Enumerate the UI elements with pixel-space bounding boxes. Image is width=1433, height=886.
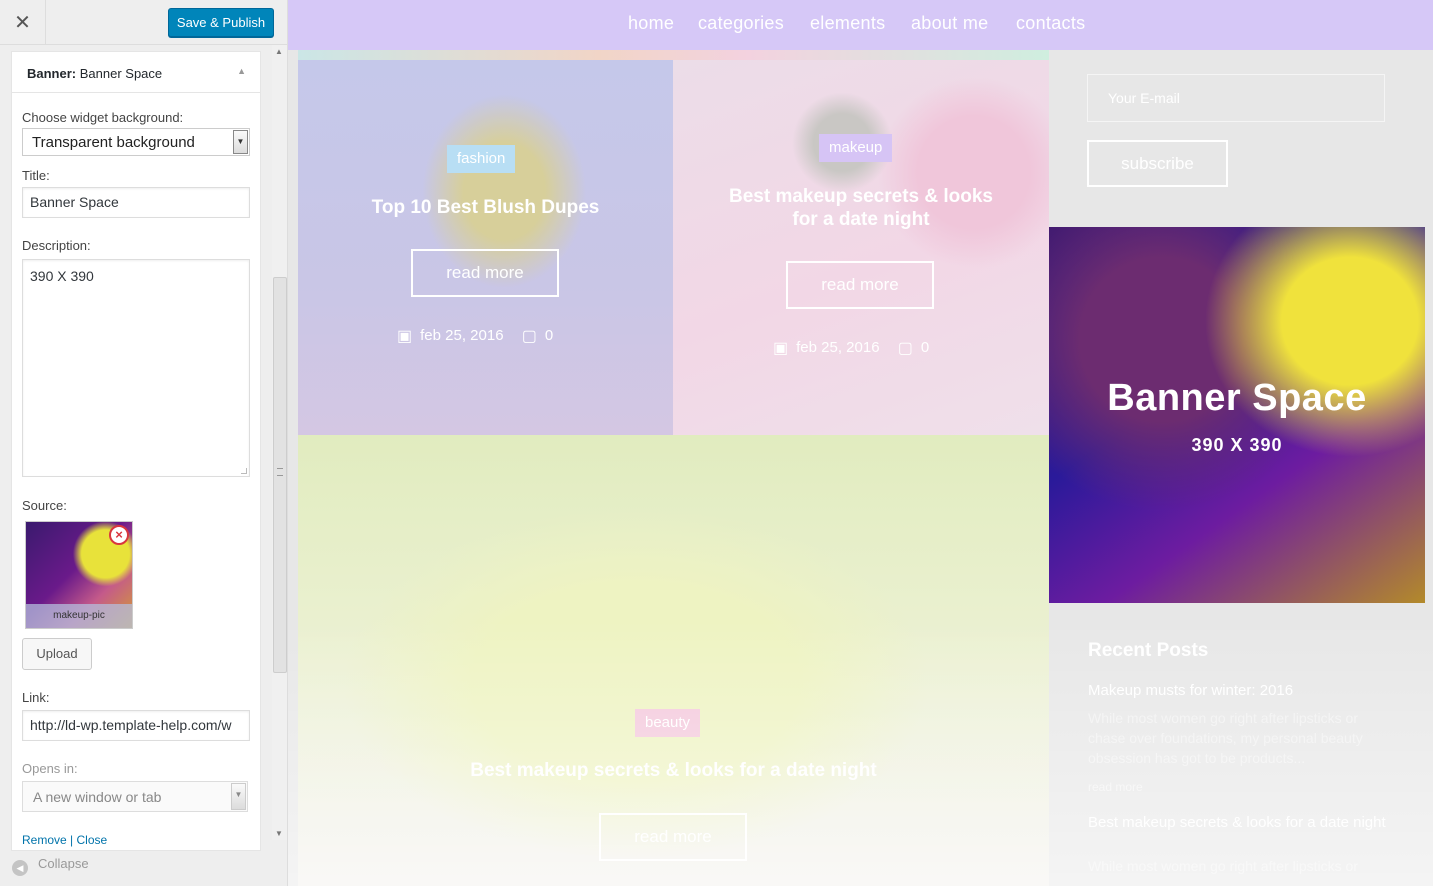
widget-type: Banner: bbox=[27, 66, 77, 81]
upload-button[interactable]: Upload bbox=[22, 638, 92, 670]
post-tag[interactable]: beauty bbox=[635, 709, 701, 737]
nav-item-categories[interactable]: categories bbox=[698, 13, 784, 34]
post-card[interactable]: makeup Best makeup secrets & looks for a… bbox=[673, 60, 1049, 435]
post-meta: ▣ feb 25, 2016 ▢ 0 bbox=[773, 338, 929, 358]
scroll-thumb[interactable] bbox=[273, 277, 287, 673]
calendar-icon: ▣ bbox=[773, 340, 789, 357]
post-title[interactable]: Best makeup secrets & looks for a date n… bbox=[298, 759, 1049, 782]
scroll-down-icon[interactable]: ▼ bbox=[275, 829, 283, 838]
post-card[interactable]: beauty Best makeup secrets & looks for a… bbox=[298, 435, 1049, 886]
title-label: Title: bbox=[22, 168, 50, 183]
recent-post-excerpt: While most women go right after lipstick… bbox=[1088, 858, 1358, 874]
post-meta: ▣ feb 25, 2016 ▢ 0 bbox=[397, 326, 553, 346]
recent-post-title[interactable]: Best makeup secrets & looks for a date n… bbox=[1088, 814, 1398, 832]
comment-count: 0 bbox=[920, 339, 930, 356]
opens-label: Opens in: bbox=[22, 761, 78, 776]
widget-name: Banner Space bbox=[79, 66, 163, 81]
banner-title: Banner Space bbox=[1107, 377, 1367, 419]
nav-item-contacts[interactable]: contacts bbox=[1016, 13, 1085, 34]
background-select[interactable]: Transparent background ▼ bbox=[22, 128, 250, 156]
dropdown-arrow-icon[interactable]: ▼ bbox=[231, 783, 246, 810]
post-title[interactable]: Top 10 Best Blush Dupes bbox=[298, 196, 673, 219]
chevron-up-icon[interactable]: ▲ bbox=[237, 66, 246, 76]
post-title-line: Best makeup secrets & looks bbox=[728, 186, 993, 207]
grip-icon bbox=[277, 468, 283, 476]
read-more-button[interactable]: read more bbox=[786, 261, 934, 309]
description-label: Description: bbox=[22, 238, 91, 253]
main-nav: home categories elements about me contac… bbox=[288, 0, 1433, 50]
post-tag[interactable]: makeup bbox=[819, 134, 893, 162]
scroll-up-icon[interactable]: ▲ bbox=[275, 47, 283, 56]
post-title-line: for a date night bbox=[792, 209, 930, 230]
collapse-label: Collapse bbox=[38, 856, 89, 871]
title-field[interactable]: Banner Space bbox=[22, 187, 250, 218]
widget-title: Banner: Banner Space bbox=[27, 66, 162, 81]
source-image-thumbnail[interactable]: × makeup-pic bbox=[25, 521, 133, 629]
comment-icon: ▢ bbox=[897, 340, 913, 357]
background-value: Transparent background bbox=[32, 134, 195, 151]
post-date: feb 25, 2016 bbox=[420, 327, 504, 344]
action-separator: | bbox=[70, 833, 74, 847]
close-link[interactable]: Close bbox=[77, 833, 108, 847]
resize-handle[interactable] bbox=[241, 468, 247, 474]
link-field[interactable]: http://ld-wp.template-help.com/w bbox=[22, 710, 250, 741]
subscribe-button[interactable]: subscribe bbox=[1087, 140, 1228, 187]
panel-header: ✕ Save & Publish bbox=[0, 0, 287, 45]
site-preview: home categories elements about me contac… bbox=[288, 0, 1433, 886]
close-icon[interactable]: ✕ bbox=[0, 0, 46, 45]
read-more-button[interactable]: read more bbox=[411, 249, 559, 297]
banner-widget: Banner: Banner Space ▲ Choose widget bac… bbox=[11, 51, 261, 851]
description-value: 390 X 390 bbox=[30, 268, 94, 284]
remove-link[interactable]: Remove bbox=[22, 833, 67, 847]
banner-subtitle: 390 X 390 bbox=[1191, 435, 1283, 455]
customizer-panel: ✕ Save & Publish Banner: Banner Space ▲ … bbox=[0, 0, 288, 886]
opens-select[interactable]: A new window or tab ▼ bbox=[22, 781, 248, 812]
description-textarea[interactable]: 390 X 390 bbox=[22, 259, 250, 477]
collapse-button[interactable]: ◀ Collapse bbox=[12, 856, 89, 876]
comment-count: 0 bbox=[544, 327, 554, 344]
widget-actions: Remove | Close bbox=[22, 833, 107, 847]
dropdown-arrow-icon[interactable]: ▼ bbox=[233, 130, 248, 154]
save-publish-button[interactable]: Save & Publish bbox=[168, 8, 274, 37]
recent-post-read-more[interactable]: read more bbox=[1088, 780, 1143, 794]
collapse-arrow-icon: ◀ bbox=[12, 860, 28, 876]
email-input[interactable]: Your E-mail bbox=[1087, 74, 1385, 122]
source-caption: makeup-pic bbox=[26, 604, 132, 628]
recent-post-excerpt: While most women go right after lipstick… bbox=[1088, 710, 1363, 766]
source-label: Source: bbox=[22, 498, 67, 513]
background-label: Choose widget background: bbox=[22, 110, 184, 125]
panel-scrollbar[interactable]: ▲ ▼ bbox=[272, 45, 287, 840]
post-date: feb 25, 2016 bbox=[796, 339, 880, 356]
read-more-button[interactable]: read more bbox=[599, 813, 747, 861]
widget-title-bar[interactable]: Banner: Banner Space ▲ bbox=[12, 52, 260, 93]
banner-space-widget[interactable]: Banner Space 390 X 390 bbox=[1049, 227, 1425, 603]
nav-item-about[interactable]: about me bbox=[911, 13, 988, 34]
post-tag[interactable]: fashion bbox=[447, 145, 516, 173]
recent-posts-heading: Recent Posts bbox=[1088, 640, 1209, 661]
calendar-icon: ▣ bbox=[397, 328, 413, 345]
nav-item-elements[interactable]: elements bbox=[810, 13, 885, 34]
link-label: Link: bbox=[22, 690, 50, 705]
nav-item-home[interactable]: home bbox=[628, 13, 674, 34]
recent-post-title[interactable]: Makeup musts for winter: 2016 bbox=[1088, 682, 1398, 700]
remove-circle-icon[interactable]: × bbox=[109, 525, 129, 545]
comment-icon: ▢ bbox=[521, 328, 537, 345]
post-card[interactable]: fashion Top 10 Best Blush Dupes read mor… bbox=[298, 60, 673, 435]
post-title[interactable]: Best makeup secrets & looks for a date n… bbox=[673, 185, 1049, 231]
opens-value: A new window or tab bbox=[33, 789, 162, 805]
previous-posts-strip bbox=[298, 50, 1049, 60]
